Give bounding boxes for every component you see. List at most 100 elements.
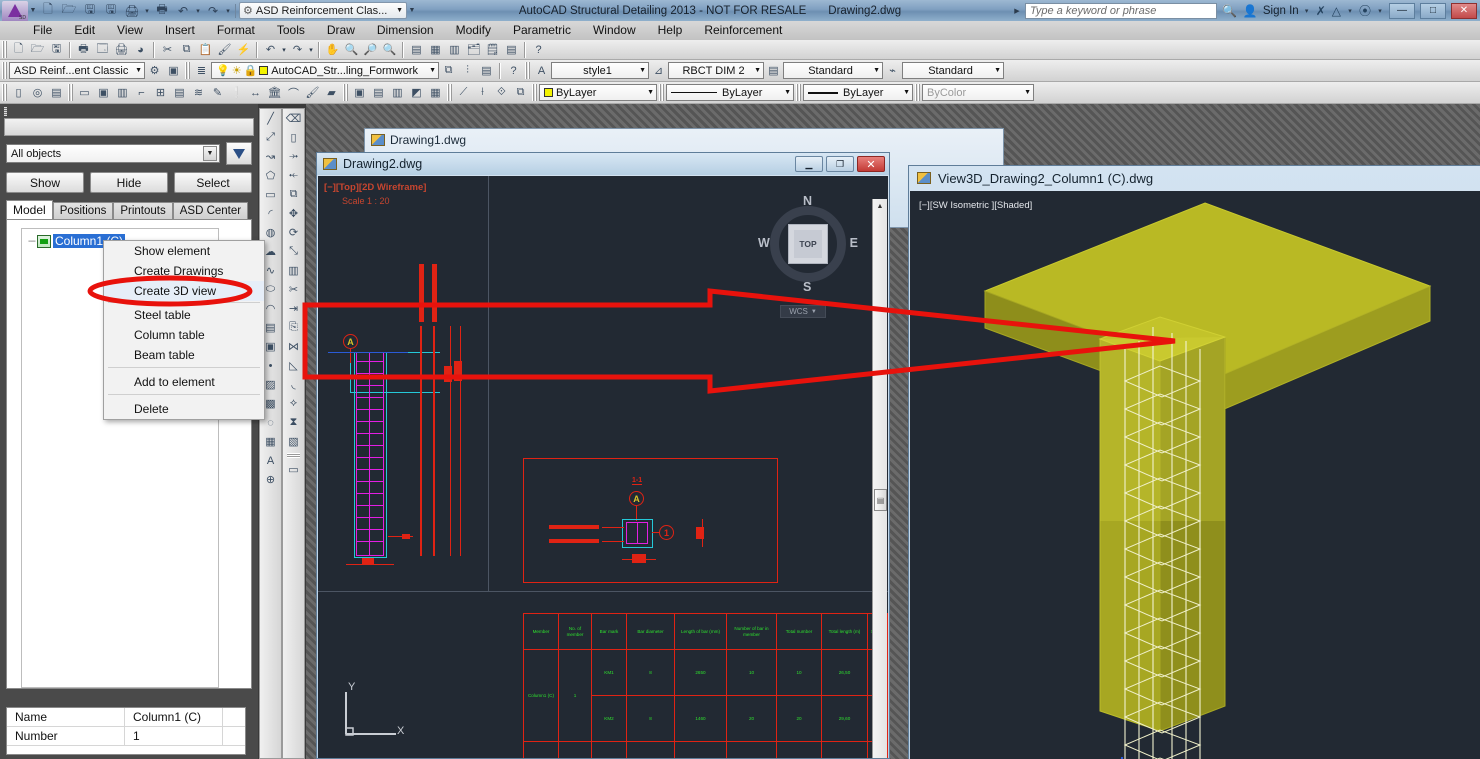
toolbar-grip[interactable]	[447, 84, 452, 101]
context-menu-item-add-to-element[interactable]: Add to element	[104, 372, 264, 392]
chevron-down-icon[interactable]: ▼	[135, 67, 142, 74]
chevron-down-icon[interactable]: ▼	[647, 89, 654, 96]
scroll-thumb[interactable]: ▤	[874, 489, 887, 511]
toolbar-grip[interactable]	[659, 84, 664, 101]
redo-arrow-icon[interactable]: ▾	[224, 7, 232, 15]
scroll-up-arrow-icon[interactable]: ▲	[873, 199, 887, 213]
layer-previous-icon[interactable]: ⧉	[439, 62, 458, 80]
undo-icon[interactable]: ↶	[261, 41, 280, 59]
undo-arrow-icon[interactable]: ▾	[280, 46, 288, 54]
drawing2-vertical-scrollbar[interactable]: ▲ ▤	[872, 199, 887, 758]
object-filter-combo[interactable]: All objects ▼	[6, 144, 220, 163]
rc-distribution-icon[interactable]: ⊞	[151, 84, 170, 102]
context-menu-item-create-3d-view[interactable]: Create 3D view	[104, 281, 264, 301]
compass-east[interactable]: E	[850, 236, 858, 250]
save-file-icon[interactable]: 🖫	[47, 41, 66, 59]
polygon-icon[interactable]: ⬠	[261, 166, 280, 185]
lineweight-combo[interactable]: ByLayer ▼	[803, 84, 913, 101]
pan-icon[interactable]: ✋	[323, 41, 342, 59]
table-style-combo[interactable]: Standard ▼	[783, 62, 883, 79]
open-icon[interactable]: 🗁	[59, 1, 79, 20]
rc-wall-icon[interactable]: ▥	[113, 84, 132, 102]
layer-color-swatch[interactable]	[259, 66, 269, 75]
view-tool-5-icon[interactable]: ▦	[426, 84, 445, 102]
layer-on-icon[interactable]: 💡	[216, 64, 230, 77]
panel-grip[interactable]	[0, 104, 258, 118]
toolbar-grip[interactable]	[287, 453, 300, 458]
hide-button[interactable]: Hide	[90, 172, 168, 193]
menu-tools[interactable]: Tools	[266, 21, 316, 40]
workspace-save-icon[interactable]: ▣	[164, 62, 183, 80]
rc-mesh-icon[interactable]: ≋	[189, 84, 208, 102]
mirror-icon[interactable]: ⤞	[284, 147, 303, 166]
view-tool-2-icon[interactable]: ▤	[369, 84, 388, 102]
arc-icon[interactable]: ◜	[261, 204, 280, 223]
rc-bridge-icon[interactable]: ⌒	[284, 84, 303, 102]
minimize-button[interactable]: —	[1389, 2, 1415, 19]
linetype-combo[interactable]: ByLayer ▼	[666, 84, 794, 101]
bar-schedule-table[interactable]: Member No. of member Bar mark Bar diamet…	[523, 613, 888, 758]
trim-icon[interactable]: ✂	[284, 280, 303, 299]
toolbar-grip[interactable]	[2, 62, 7, 79]
steel-tool-3-icon[interactable]: ⟐	[492, 84, 511, 102]
rc-paint-icon[interactable]: 🖌	[303, 84, 322, 102]
viewport-icon[interactable]: ▭	[284, 460, 303, 479]
table-style-icon[interactable]: ▤	[764, 62, 783, 80]
mleader-style-icon[interactable]: ⌁	[883, 62, 902, 80]
chevron-down-icon[interactable]: ▼	[811, 309, 817, 315]
tab-printouts[interactable]: Printouts	[113, 202, 173, 219]
table-row[interactable]	[523, 741, 888, 758]
section-mark-a[interactable]: A	[343, 334, 358, 349]
menu-dimension[interactable]: Dimension	[366, 21, 445, 40]
drawing2-window[interactable]: Drawing2.dwg ▁ ❐ ✕ [−][Top][2D Wireframe…	[316, 152, 890, 759]
blockeditor-icon[interactable]: ⚡	[234, 41, 253, 59]
tab-asd-center[interactable]: ASD Center	[172, 202, 249, 219]
search-icon[interactable]: 🔍	[1221, 4, 1238, 18]
new-file-icon[interactable]: 🗋	[9, 41, 28, 59]
column-3d-model[interactable]	[910, 191, 1480, 759]
dim-style-combo[interactable]: RBCT DIM 2 ▼	[668, 62, 764, 79]
move-icon[interactable]: ✥	[284, 204, 303, 223]
maximize-button[interactable]: □	[1420, 2, 1446, 19]
plot-preview-arrow-icon[interactable]: ▾	[143, 7, 151, 15]
save-icon[interactable]: 🖫	[80, 1, 100, 20]
publish-icon[interactable]: 🖨	[112, 41, 131, 59]
asd-tool-2-icon[interactable]: ◎	[28, 84, 47, 102]
detail-mark-1[interactable]: 1	[659, 525, 674, 540]
sheetset-icon[interactable]: 🗂	[464, 41, 483, 59]
scale-icon[interactable]: ⤡	[284, 242, 303, 261]
markup-icon[interactable]: 🗒	[483, 41, 502, 59]
menu-window[interactable]: Window	[582, 21, 647, 40]
context-menu-item-steel-table[interactable]: Steel table	[104, 305, 264, 325]
rc-dim-icon[interactable]: ↔	[246, 84, 265, 102]
drawing2-minimize-button[interactable]: ▁	[795, 156, 823, 172]
menu-format[interactable]: Format	[206, 21, 266, 40]
join-icon[interactable]: ⋈	[284, 337, 303, 356]
view3d-titlebar[interactable]: View3D_Drawing2_Column1 (C).dwg	[909, 166, 1480, 190]
break-icon[interactable]: ⎘	[284, 318, 303, 337]
toolbar-grip[interactable]	[525, 62, 530, 79]
toolbar-grip[interactable]	[2, 41, 7, 58]
toolbar-grip[interactable]	[796, 84, 801, 101]
compass-west[interactable]: W	[758, 236, 770, 250]
chevron-down-icon[interactable]: ▼	[203, 146, 217, 161]
edit-polyline-icon[interactable]: ▧	[284, 432, 303, 451]
view3d-canvas[interactable]: [−][SW Isometric ][Shaded]	[910, 191, 1480, 759]
chevron-down-icon[interactable]: ▼	[994, 67, 1001, 74]
workspace-switcher[interactable]: ⚙ ASD Reinforcement Clas... ▼	[239, 2, 407, 19]
context-menu-item-create-drawings[interactable]: Create Drawings	[104, 261, 264, 281]
asd-tool-3-icon[interactable]: ▤	[47, 84, 66, 102]
rc-structure-icon[interactable]: 🏛	[265, 84, 284, 102]
property-row-name[interactable]: Name Column1 (C)	[7, 707, 245, 727]
drawing2-viewport-label[interactable]: [−][Top][2D Wireframe]	[324, 182, 426, 193]
multiline-text-icon[interactable]: A	[261, 451, 280, 470]
chevron-down-icon[interactable]: ▼	[429, 67, 436, 74]
layer-freeze-icon[interactable]: ☀	[232, 64, 242, 77]
section-detail-box[interactable]: 1-1 A 1	[523, 458, 778, 583]
help-arrow-icon[interactable]: ▾	[1376, 7, 1384, 15]
redo-arrow-icon[interactable]: ▾	[307, 46, 315, 54]
rectangle-icon[interactable]: ▭	[261, 185, 280, 204]
rc-edit-icon[interactable]: ✎	[208, 84, 227, 102]
open-file-icon[interactable]: 🗁	[28, 41, 47, 59]
plotstyle-combo[interactable]: ByColor ▼	[922, 84, 1034, 101]
